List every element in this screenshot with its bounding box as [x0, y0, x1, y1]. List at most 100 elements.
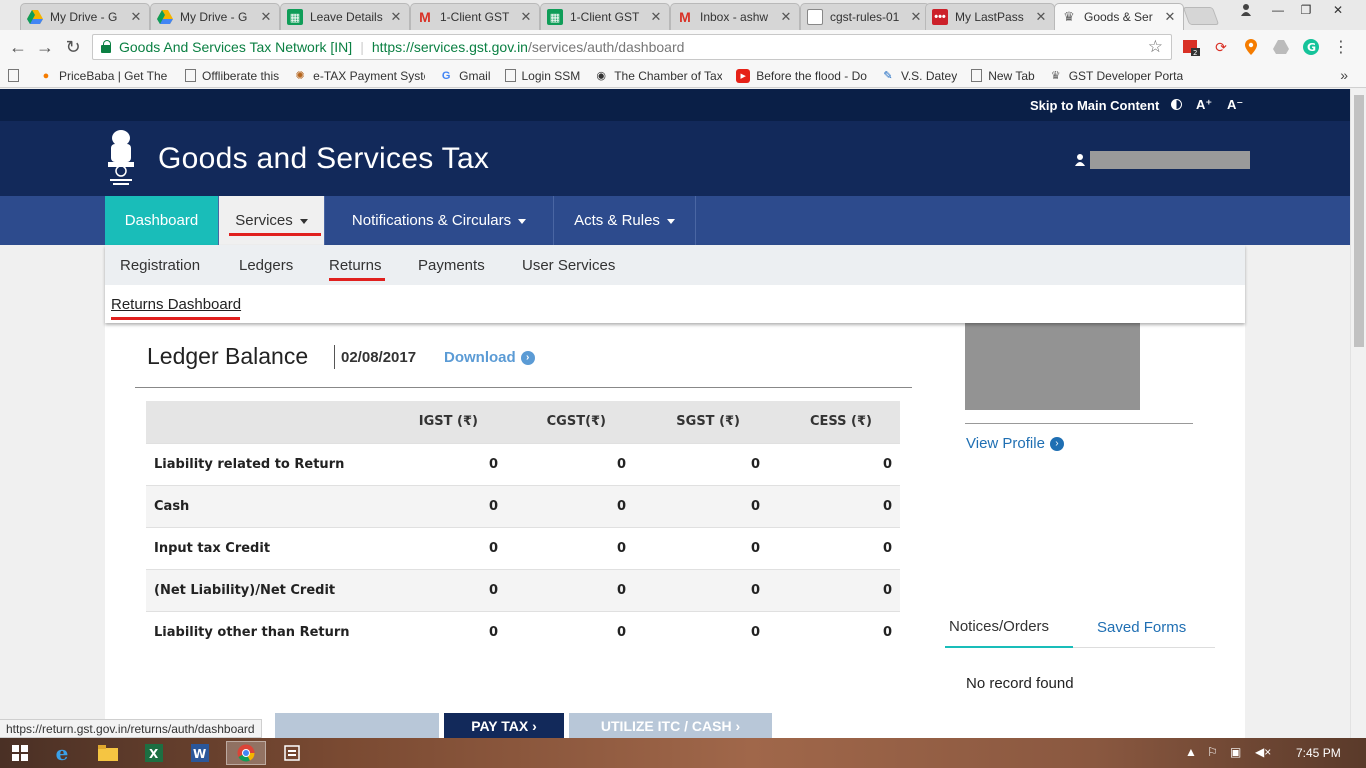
- apps-icon[interactable]: [8, 69, 25, 82]
- close-icon[interactable]: ✕: [259, 9, 273, 25]
- browser-tab[interactable]: ▦ Leave Details ✕: [280, 3, 410, 30]
- returns-dashboard-link[interactable]: Returns Dashboard: [111, 296, 241, 313]
- tab-label: My Drive - G: [180, 10, 248, 24]
- submenu-user-services[interactable]: User Services: [522, 257, 615, 274]
- word-icon[interactable]: W: [180, 741, 220, 765]
- internet-explorer-icon[interactable]: e: [42, 741, 82, 765]
- submenu-returns[interactable]: Returns: [329, 257, 382, 274]
- cell-value: 0: [506, 610, 634, 653]
- bookmark-star-icon[interactable]: ☆: [1148, 37, 1163, 57]
- google-drive-icon: [157, 9, 173, 25]
- bookmark-item[interactable]: ▶ Before the flood - Do: [736, 68, 867, 83]
- location-extension-icon[interactable]: [1240, 36, 1262, 58]
- grammarly-icon[interactable]: G: [1300, 36, 1322, 58]
- taskbar-clock[interactable]: 7:45 PM: [1296, 746, 1341, 760]
- flag-icon[interactable]: ⚐: [1207, 745, 1218, 759]
- font-decrease-button[interactable]: A⁻: [1227, 97, 1243, 113]
- network-icon[interactable]: ▣: [1230, 745, 1241, 759]
- download-link[interactable]: Download ›: [444, 349, 535, 366]
- nav-acts-rules[interactable]: Acts & Rules: [554, 196, 696, 245]
- browser-tab[interactable]: M Inbox - ashw ✕: [670, 3, 800, 30]
- bookmark-item[interactable]: Offliberate this: [185, 69, 279, 83]
- address-bar[interactable]: Goods And Services Tax Network [IN] | ht…: [92, 34, 1172, 60]
- pay-tax-button[interactable]: PAY TAX ›: [444, 713, 564, 738]
- browser-tab[interactable]: My Drive - G ✕: [150, 3, 280, 30]
- bookmark-item[interactable]: ◉The Chamber of Tax C: [594, 69, 722, 83]
- bookmark-item[interactable]: Login SSM: [504, 69, 580, 83]
- close-icon[interactable]: ✕: [779, 9, 793, 25]
- forward-icon[interactable]: →: [32, 35, 58, 59]
- minimize-button[interactable]: —: [1264, 0, 1292, 20]
- tray-chevron-icon[interactable]: ▲: [1185, 745, 1197, 759]
- close-window-button[interactable]: ✕: [1324, 0, 1352, 20]
- browser-tab[interactable]: ▦ 1-Client GST ✕: [540, 3, 670, 30]
- browser-tab[interactable]: ••• My LastPass ✕: [925, 3, 1055, 30]
- view-profile-link[interactable]: View Profile ›: [966, 435, 1064, 452]
- ledger-balance-table: IGST (₹) CGST(₹) SGST (₹) CESS (₹) Liabi…: [146, 401, 900, 653]
- close-icon[interactable]: ✕: [389, 9, 403, 25]
- chrome-icon[interactable]: [226, 741, 266, 765]
- cell-value: 0: [634, 568, 768, 611]
- profile-icon[interactable]: [1232, 0, 1260, 20]
- cell-value: 0: [768, 484, 900, 527]
- browser-tab-active[interactable]: ♛ Goods & Ser ✕: [1054, 3, 1184, 30]
- services-dropdown: Registration Ledgers Returns Payments Us…: [105, 245, 1245, 323]
- close-icon[interactable]: ✕: [129, 9, 143, 25]
- reload-icon[interactable]: ↻: [60, 35, 86, 59]
- gst-emblem-icon: ♛: [1050, 70, 1061, 82]
- calendar-extension-icon[interactable]: 2: [1180, 36, 1202, 58]
- scrollbar-thumb[interactable]: [1354, 95, 1364, 347]
- app-icon[interactable]: [272, 741, 312, 765]
- font-increase-button[interactable]: A⁺: [1196, 97, 1212, 113]
- sidebar-tabs: Notices/Orders Saved Forms: [945, 614, 1215, 648]
- close-icon[interactable]: ✕: [1163, 9, 1177, 25]
- bookmark-item[interactable]: ✺ e-TAX Payment Syste: [293, 69, 426, 83]
- url-host: https://services.gst.gov.in: [371, 39, 528, 55]
- nav-notifications-circulars[interactable]: Notifications & Circulars: [325, 196, 554, 245]
- menu-icon[interactable]: ⋮: [1330, 36, 1352, 58]
- contrast-icon[interactable]: [1171, 99, 1182, 110]
- bookmark-item[interactable]: New Tab: [971, 69, 1035, 83]
- cell-value: 0: [634, 484, 768, 527]
- submenu-registration[interactable]: Registration: [120, 257, 200, 274]
- site-identity: Goods And Services Tax Network [IN]: [119, 39, 353, 55]
- windows-start-icon[interactable]: [0, 741, 40, 765]
- skip-to-main-link[interactable]: Skip to Main Content: [1030, 98, 1159, 113]
- refresh-extension-icon[interactable]: ⟳: [1210, 36, 1232, 58]
- bookmark-item[interactable]: ♛ GST Developer Portal: [1049, 69, 1183, 83]
- extensions-bar: 2 ⟳ G ⋮: [1180, 36, 1352, 58]
- tab-notices-orders[interactable]: Notices/Orders: [945, 614, 1073, 648]
- redacted-username[interactable]: [1090, 151, 1250, 169]
- restore-button[interactable]: ❐: [1292, 0, 1320, 20]
- browser-tab[interactable]: cgst-rules-01 ✕: [800, 3, 930, 30]
- submenu-ledgers[interactable]: Ledgers: [239, 257, 293, 274]
- action-button[interactable]: [275, 713, 439, 738]
- new-tab-button[interactable]: [1182, 7, 1220, 25]
- column-header: [146, 401, 376, 443]
- bookmarks-overflow-icon[interactable]: »: [1340, 67, 1348, 83]
- bookmark-item[interactable]: ● PriceBaba | Get The B: [39, 69, 171, 83]
- cell-value: 0: [506, 442, 634, 485]
- file-explorer-icon[interactable]: [88, 741, 128, 765]
- submenu-payments[interactable]: Payments: [418, 257, 485, 274]
- table-row: Liability related to Return 0 0 0 0: [146, 442, 900, 485]
- chevron-right-icon: ›: [1049, 436, 1064, 451]
- utilize-itc-cash-button[interactable]: UTILIZE ITC / CASH ›: [569, 713, 772, 738]
- browser-tab[interactable]: My Drive - G ✕: [20, 3, 150, 30]
- close-icon[interactable]: ✕: [519, 9, 533, 25]
- browser-tab[interactable]: M 1-Client GST ✕: [410, 3, 540, 30]
- drive-extension-icon[interactable]: [1270, 36, 1292, 58]
- bookmark-item[interactable]: G Gmail: [439, 69, 491, 83]
- excel-icon[interactable]: X: [134, 741, 174, 765]
- bookmark-item[interactable]: ✎ V.S. Datey: [881, 69, 957, 83]
- nav-services[interactable]: Services: [219, 196, 325, 245]
- back-icon[interactable]: ←: [5, 35, 31, 59]
- page-scrollbar[interactable]: [1350, 89, 1366, 738]
- close-icon[interactable]: ✕: [649, 9, 663, 25]
- nav-dashboard[interactable]: Dashboard: [105, 196, 219, 245]
- etax-icon: ✺: [295, 70, 305, 82]
- tab-saved-forms[interactable]: Saved Forms: [1097, 619, 1186, 636]
- volume-icon[interactable]: ◀×: [1255, 745, 1271, 759]
- close-icon[interactable]: ✕: [1034, 9, 1048, 25]
- close-icon[interactable]: ✕: [909, 9, 923, 25]
